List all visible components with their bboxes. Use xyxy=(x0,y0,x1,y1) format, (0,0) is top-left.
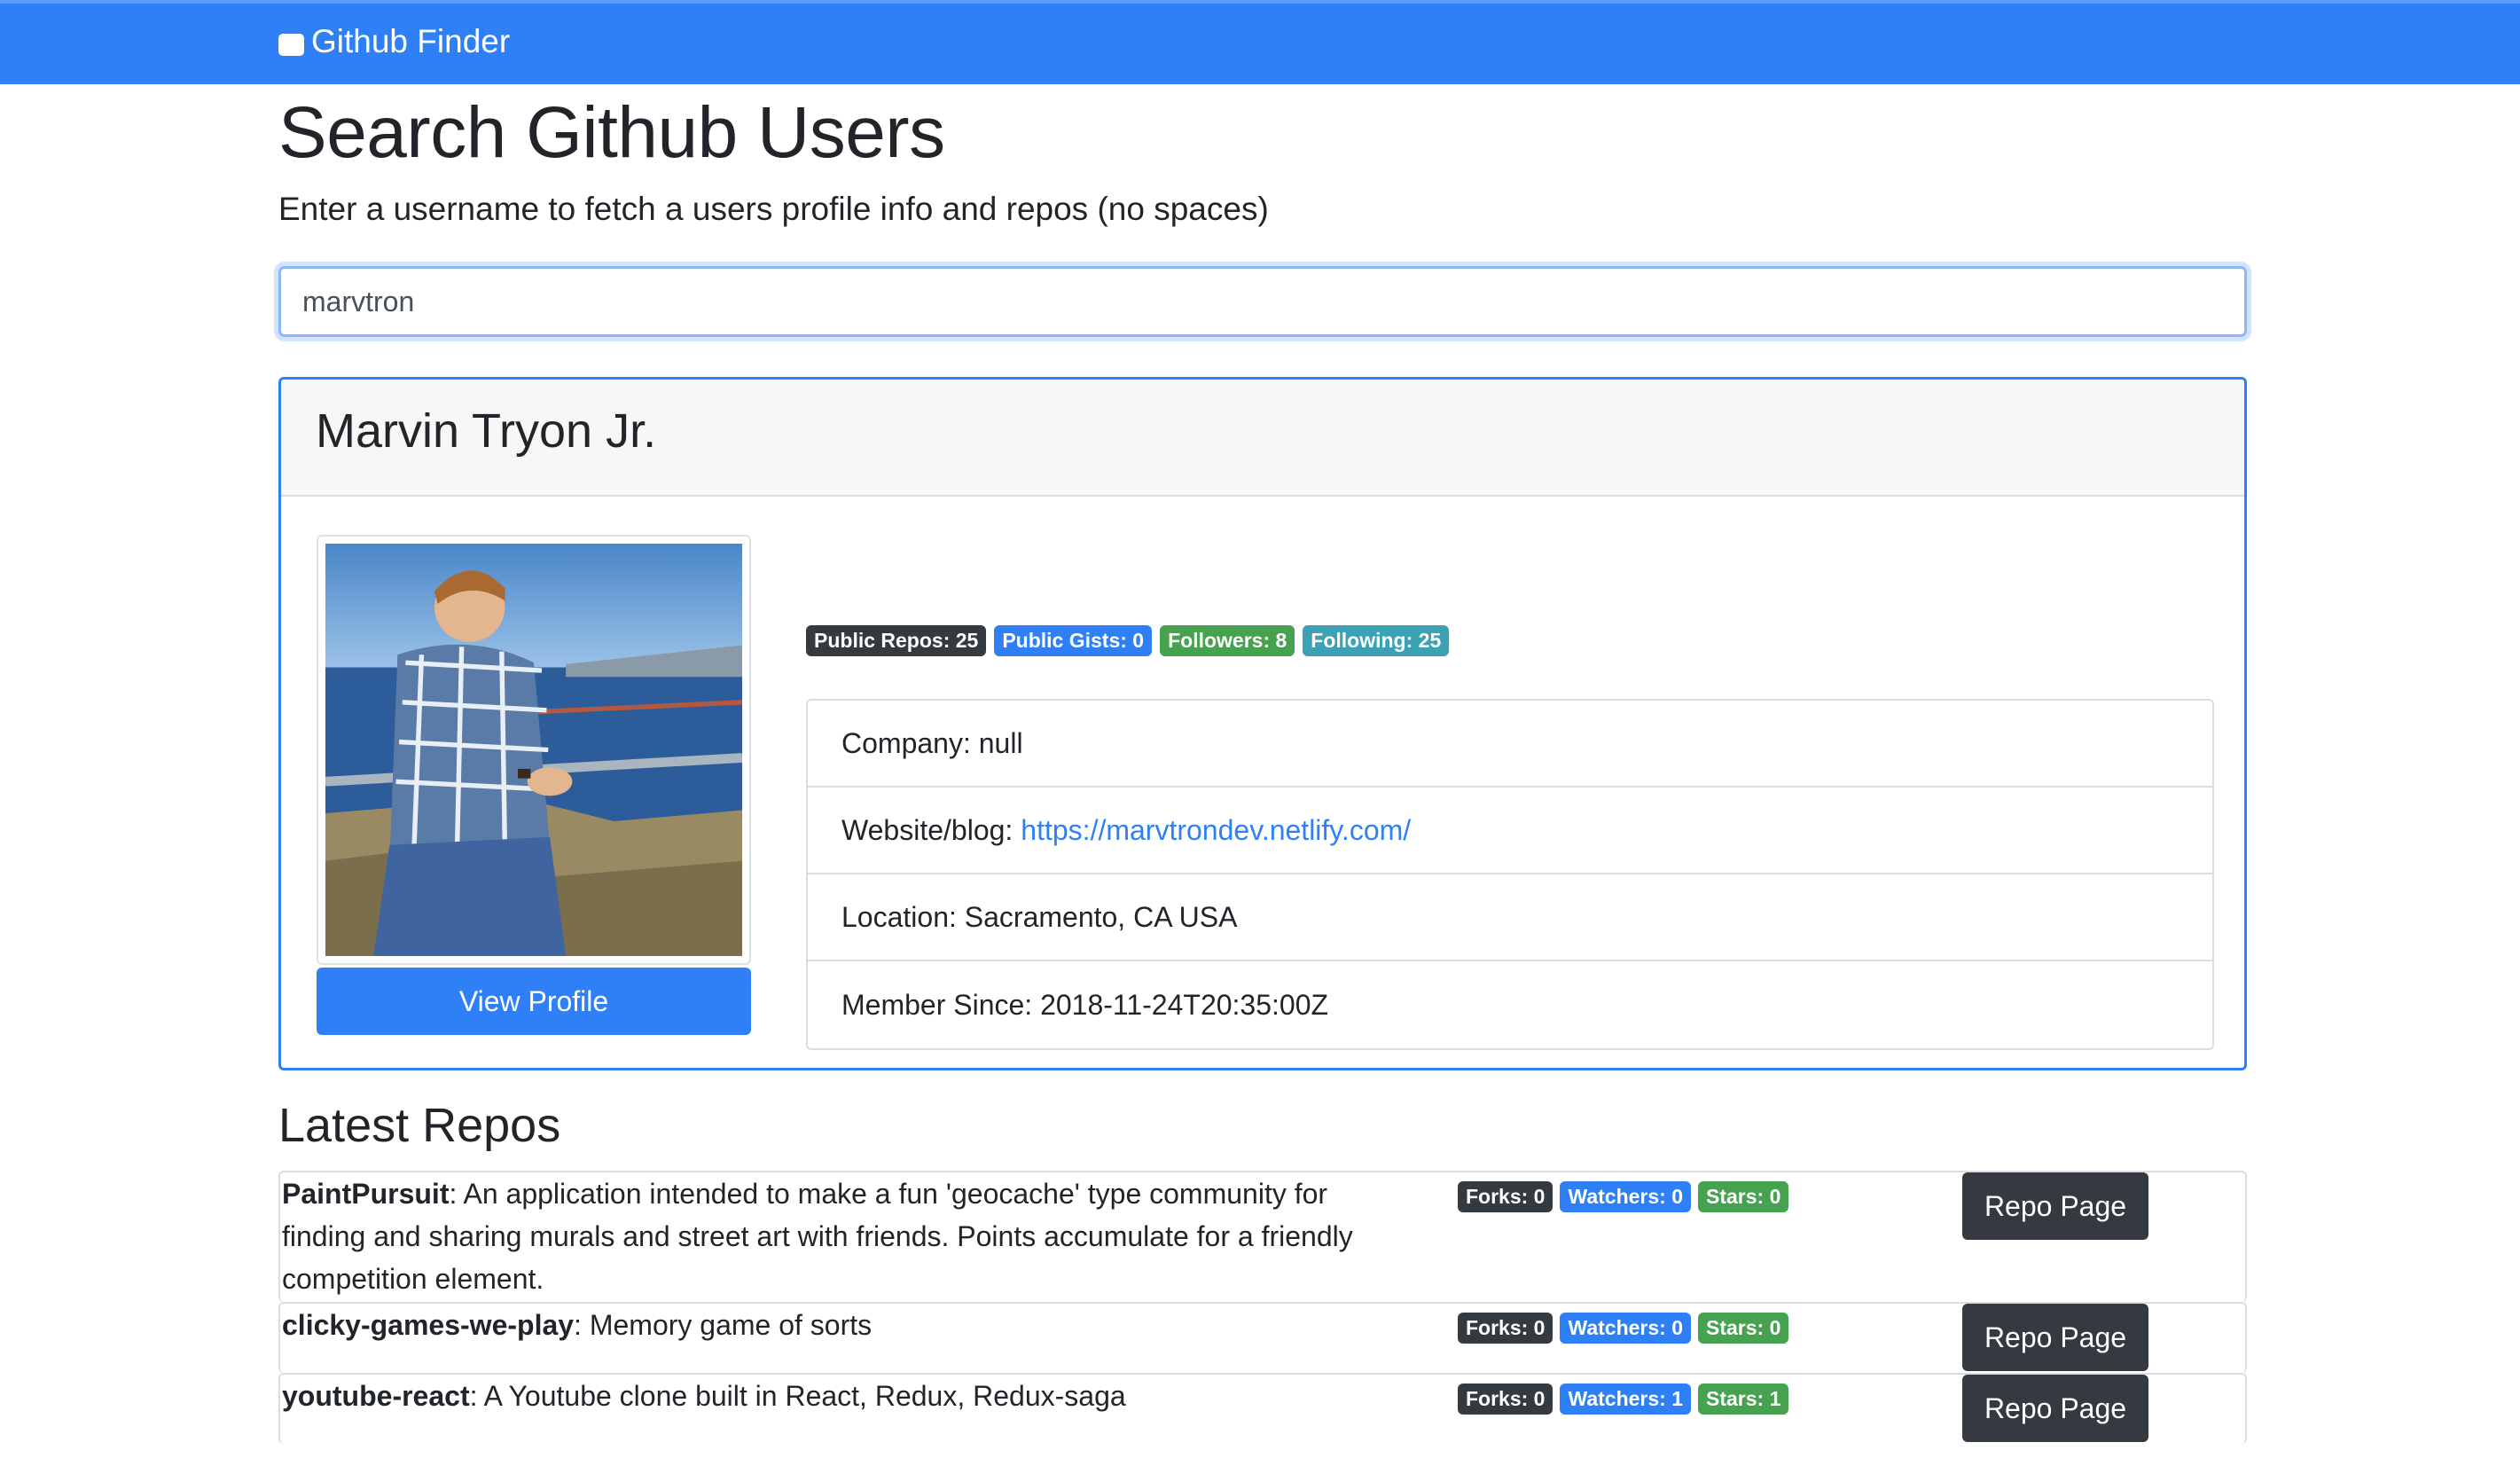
repo-name: PaintPursuit xyxy=(282,1178,450,1210)
avatar xyxy=(325,544,742,956)
repo-badges: Forks: 0 Watchers: 0 Stars: 0 xyxy=(1458,1181,1789,1212)
repo-page-button[interactable]: Repo Page xyxy=(1962,1172,2148,1240)
member-since-item: Member Since: 2018-11-24T20:35:00Z xyxy=(808,961,2212,1048)
location-item: Location: Sacramento, CA USA xyxy=(808,874,2212,961)
repo-description: youtube-react: A Youtube clone built in … xyxy=(282,1375,1417,1417)
public-repos-badge: Public Repos: 25 xyxy=(806,625,987,656)
website-link[interactable]: https://marvtrondev.netlify.com/ xyxy=(1021,814,1411,847)
followers-badge: Followers: 8 xyxy=(1160,625,1295,656)
repo-badges: Forks: 0 Watchers: 0 Stars: 0 xyxy=(1458,1313,1789,1344)
stars-badge: Stars: 0 xyxy=(1698,1313,1789,1344)
github-icon xyxy=(278,33,304,56)
view-profile-button[interactable]: View Profile xyxy=(317,968,751,1035)
forks-badge: Forks: 0 xyxy=(1458,1181,1553,1212)
avatar-frame xyxy=(317,535,751,965)
profile-card: Marvin Tryon Jr. View Profile Public Rep… xyxy=(278,377,2247,1070)
company-item: Company: null xyxy=(808,701,2212,788)
location-text: Location: Sacramento, CA USA xyxy=(841,900,1238,933)
repo-row: youtube-react: A Youtube clone built in … xyxy=(278,1373,2247,1444)
repo-row: clicky-games-we-play: Memory game of sor… xyxy=(278,1302,2247,1373)
repo-row: PaintPursuit: An application intended to… xyxy=(278,1171,2247,1302)
watchers-badge: Watchers: 0 xyxy=(1560,1313,1692,1344)
brand-link[interactable]: Github Finder xyxy=(278,20,510,64)
repo-description: PaintPursuit: An application intended to… xyxy=(282,1172,1417,1300)
latest-repos-title: Latest Repos xyxy=(278,1099,561,1152)
stars-badge: Stars: 0 xyxy=(1698,1181,1789,1212)
forks-badge: Forks: 0 xyxy=(1458,1384,1553,1415)
repo-name: clicky-games-we-play xyxy=(282,1309,575,1341)
company-text: Company: null xyxy=(841,726,1023,759)
repo-description-text: : A Youtube clone built in React, Redux,… xyxy=(469,1380,1126,1412)
page-title: Search Github Users xyxy=(278,92,945,173)
website-label: Website/blog: xyxy=(841,813,1013,846)
watchers-badge: Watchers: 0 xyxy=(1560,1181,1692,1212)
repo-badges: Forks: 0 Watchers: 1 Stars: 1 xyxy=(1458,1384,1789,1415)
repo-description: clicky-games-we-play: Memory game of sor… xyxy=(282,1304,1417,1346)
profile-info-list: Company: null Website/blog: https://marv… xyxy=(806,699,2214,1050)
profile-card-header: Marvin Tryon Jr. xyxy=(281,380,2244,497)
stars-badge: Stars: 1 xyxy=(1698,1384,1789,1415)
profile-name: Marvin Tryon Jr. xyxy=(316,404,657,458)
member-since-text: Member Since: 2018-11-24T20:35:00Z xyxy=(841,988,1329,1021)
public-gists-badge: Public Gists: 0 xyxy=(994,625,1153,656)
page-lead: Enter a username to fetch a users profil… xyxy=(278,191,1269,227)
repo-page-button[interactable]: Repo Page xyxy=(1962,1304,2148,1371)
profile-badges: Public Repos: 25 Public Gists: 0 Followe… xyxy=(806,625,1450,656)
repo-name: youtube-react xyxy=(282,1380,470,1412)
following-badge: Following: 25 xyxy=(1303,625,1450,656)
watchers-badge: Watchers: 1 xyxy=(1560,1384,1692,1415)
search-input[interactable] xyxy=(278,266,2247,337)
website-item: Website/blog: https://marvtrondev.netlif… xyxy=(808,788,2212,874)
navbar: Github Finder xyxy=(0,0,2520,84)
repo-page-button[interactable]: Repo Page xyxy=(1962,1375,2148,1442)
repo-description-text: : Memory game of sorts xyxy=(574,1309,873,1341)
repo-list: PaintPursuit: An application intended to… xyxy=(278,1171,2247,1444)
forks-badge: Forks: 0 xyxy=(1458,1313,1553,1344)
brand-label: Github Finder xyxy=(311,23,511,59)
